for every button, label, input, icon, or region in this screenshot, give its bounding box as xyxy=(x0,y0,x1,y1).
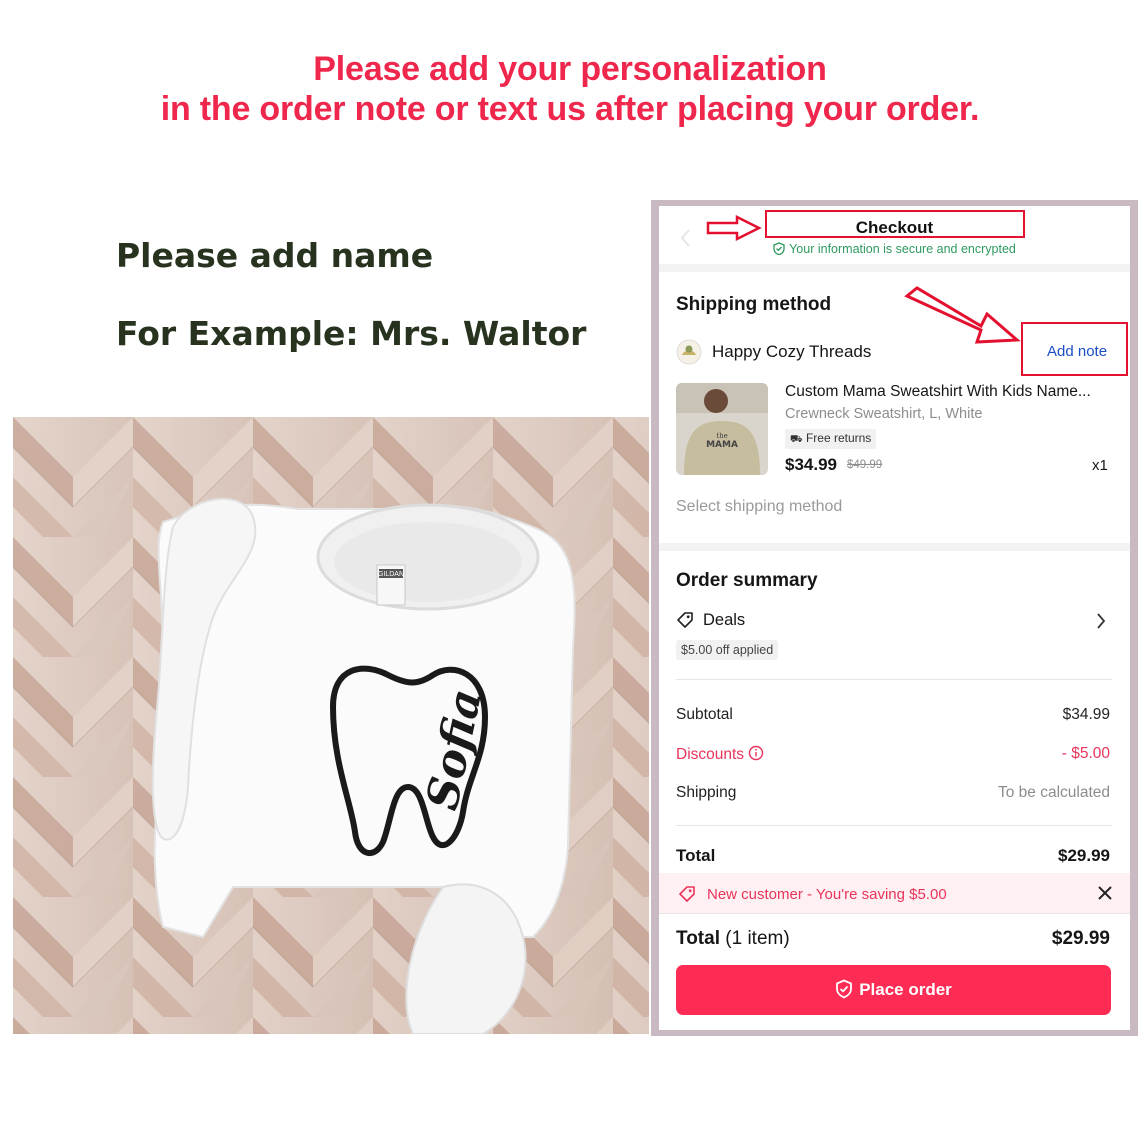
divider xyxy=(659,913,1130,914)
divider xyxy=(659,264,1130,272)
discounts-label: Discounts xyxy=(676,746,745,763)
shield-check-icon xyxy=(773,242,785,255)
checkout-screenshot: Checkout Your information is secure and … xyxy=(651,200,1138,1036)
checkout-screen: Checkout Your information is secure and … xyxy=(659,206,1130,1030)
return-icon: ⛟ xyxy=(790,434,803,445)
item-old-price: $49.99 xyxy=(847,459,883,471)
tag-text: GILDAN xyxy=(378,571,404,578)
shield-check-icon xyxy=(836,979,853,999)
banner-text: New customer - You're saving $5.00 xyxy=(707,886,947,903)
headline-line-2: in the order note or text us after placi… xyxy=(160,90,980,128)
discounts-row: Discounts xyxy=(676,745,764,764)
discounts-value: - $5.00 xyxy=(1061,745,1110,762)
thumb-text-2: MAMA xyxy=(706,440,738,450)
deals-chip: $5.00 off applied xyxy=(676,640,779,660)
shipping-label: Shipping xyxy=(676,784,737,801)
free-returns-text: Free returns xyxy=(805,431,872,445)
divider xyxy=(659,543,1130,551)
secure-message: Your information is secure and encrypted xyxy=(659,242,1130,256)
item-thumbnail-image: the MAMA xyxy=(676,383,768,475)
place-order-label: Place order xyxy=(859,980,952,999)
footer-total-value: $29.99 xyxy=(1051,928,1110,949)
place-order-button[interactable]: Place order xyxy=(676,965,1111,1015)
shipping-value: To be calculated xyxy=(997,784,1110,801)
store-logo-icon xyxy=(676,339,702,365)
total-value: $29.99 xyxy=(1058,846,1110,865)
coupon-tag-icon xyxy=(679,886,695,902)
divider xyxy=(676,679,1112,680)
headline-line-1: Please add your personalization xyxy=(313,50,827,88)
info-icon[interactable] xyxy=(748,745,764,761)
subtotal-label: Subtotal xyxy=(676,706,733,723)
item-price: $34.99 xyxy=(785,455,837,474)
page-title: Checkout xyxy=(855,218,934,237)
tag-icon xyxy=(677,612,693,628)
order-summary-heading: Order summary xyxy=(676,570,818,591)
close-icon[interactable] xyxy=(1097,885,1113,901)
secure-text: Your information is secure and encrypted xyxy=(789,242,1016,256)
product-photo: GILDAN Sofia xyxy=(13,417,649,1034)
subtotal-value: $34.99 xyxy=(1062,706,1110,723)
shipping-method-heading: Shipping method xyxy=(676,294,832,315)
divider xyxy=(676,825,1112,826)
instruction-example: For Example: Mrs. Waltor xyxy=(116,314,587,353)
item-title[interactable]: Custom Mama Sweatshirt With Kids Name... xyxy=(785,383,1091,401)
item-quantity: x1 xyxy=(1092,457,1108,474)
select-shipping-method[interactable]: Select shipping method xyxy=(676,498,842,516)
footer-total-label: Total xyxy=(676,928,720,949)
store-name: Happy Cozy Threads xyxy=(712,342,872,361)
footer-total-count: (1 item) xyxy=(725,928,790,949)
chevron-right-icon[interactable] xyxy=(1095,611,1107,631)
free-returns-badge: ⛟ Free returns xyxy=(785,429,877,449)
item-variant: Crewneck Sweatshirt, L, White xyxy=(785,406,983,422)
deals-label[interactable]: Deals xyxy=(703,611,745,630)
total-label: Total xyxy=(676,846,716,865)
footer-total: Total (1 item) xyxy=(676,928,790,950)
thumb-text-1: the xyxy=(716,432,727,440)
item-thumbnail[interactable]: the MAMA xyxy=(676,383,768,475)
annotation-big-arrow-icon xyxy=(904,286,1021,344)
add-note-link[interactable]: Add note xyxy=(1047,343,1107,360)
instruction-add-name: Please add name xyxy=(116,236,434,275)
